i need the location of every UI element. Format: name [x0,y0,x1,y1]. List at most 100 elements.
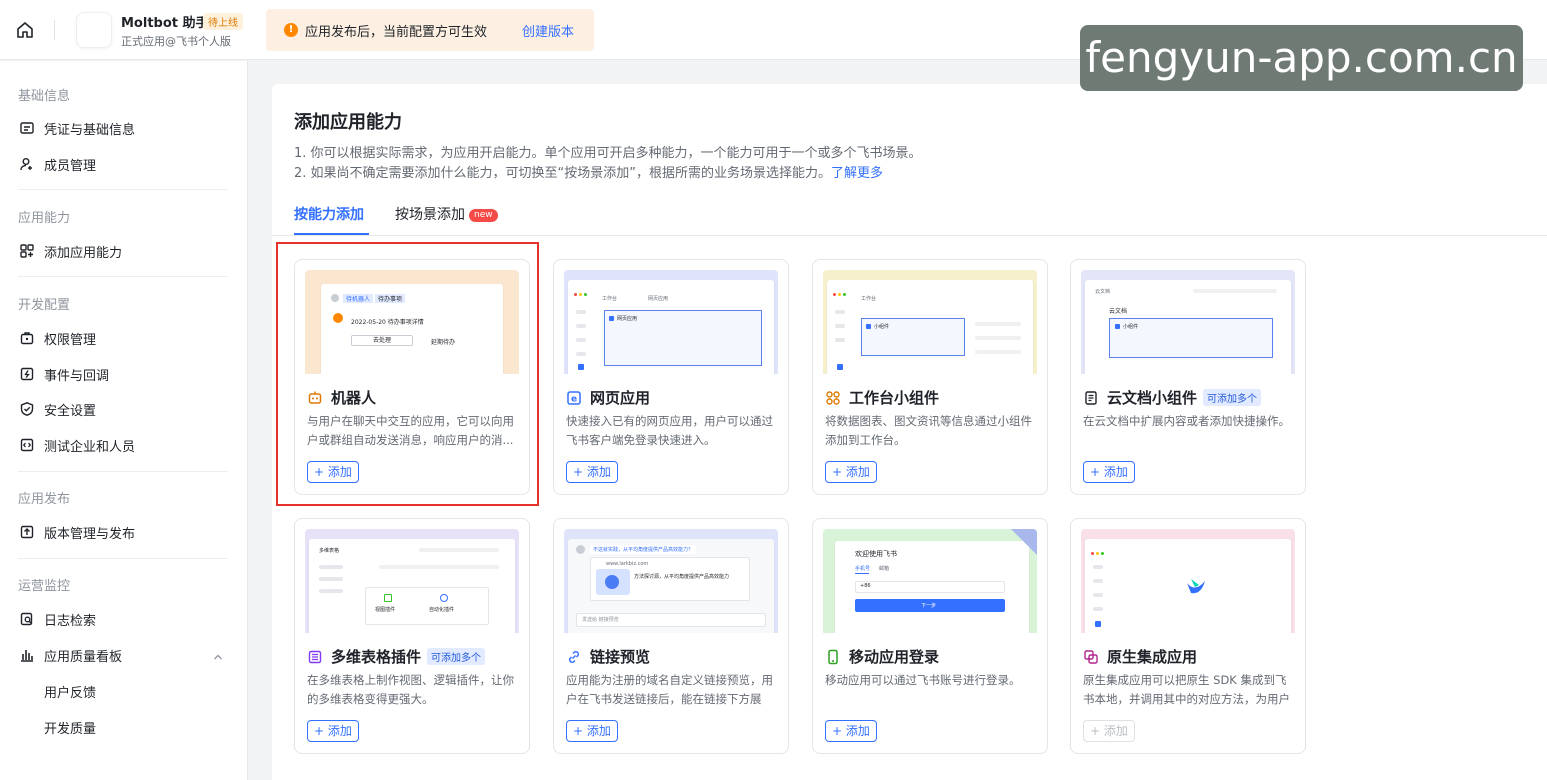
log-icon [18,610,36,628]
sidebar-item-security[interactable]: 安全设置 [18,398,96,420]
preview-bar [835,324,845,328]
add-bitable-plugin-button[interactable]: + 添加 [307,720,359,742]
preview-text: 欢迎使用飞书 [855,550,897,558]
publish-notice: ! 应用发布后，当前配置方可生效 创建版本 [266,9,594,51]
preview-tab-underline [855,573,869,574]
preview-text: 延期待办 [431,339,456,346]
svg-text:e: e [571,394,577,404]
automation-plugin-icon [440,594,448,602]
preview-text: 方法探讨源，从平均角度提供产品高效能力 [634,574,730,580]
preview-square [578,364,584,370]
description-line-1: 1. 你可以根据实际需求，为应用开启能力。单个应用可开启多种能力，一个能力可用于… [294,146,922,161]
preview-bar [1093,593,1103,597]
bitable-preview: 多维表格 视图插件 自动化插件 [305,529,519,633]
preview-bar [576,338,586,342]
capability-card-bitable-plugin[interactable]: 多维表格 视图插件 自动化插件 多维表格插件 可添加多个 在多维表格上制作视图、… [294,518,530,754]
preview-square [866,324,871,329]
preview-bar [835,338,845,342]
sidebar-item-dev-quality[interactable]: 开发质量 [44,716,96,738]
capability-card-link-preview[interactable]: 不这就实践，从平均角度提供产品高效能力？ www.larkbiz.com 方法探… [553,518,789,754]
member-icon [18,155,36,173]
preview-back: 云文档 [1095,289,1111,295]
preview-tab: 手机号 [855,566,871,572]
table-icon [307,649,323,665]
tab-by-capability[interactable]: 按能力添加 [294,204,364,224]
preview-bar [576,324,586,328]
preview-window: 工作台 小组件 [827,280,1033,374]
link-icon [566,649,582,665]
preview-text: 小组件 [1123,324,1139,330]
preview-window: 欢迎使用飞书 手机号 邮箱 +86 下一步 [835,541,1029,633]
feishu-logo-icon [1185,577,1209,595]
add-link-preview-button[interactable]: + 添加 [566,720,618,742]
learn-more-link[interactable]: 了解更多 [831,166,883,181]
preview-text: 2022-05-20 待办事项详情 [351,319,424,326]
capability-card-web-app[interactable]: 工作台 网页应用 网页应用 e 网页应用 快速接入已有的网页应用，用户可以通过飞… [553,259,789,495]
capability-card-robot[interactable]: 待机器人 待办事项 2022-05-20 待办事项详情 去处理 延期待办 机器人… [294,259,530,495]
preview-square [609,316,614,321]
add-doc-widget-button[interactable]: + 添加 [1083,461,1135,483]
add-workbench-widget-button[interactable]: + 添加 [825,461,877,483]
widget-preview: 工作台 小组件 [823,270,1037,374]
preview-text: 小组件 [874,324,890,330]
sidebar-item-members[interactable]: 成员管理 [18,153,96,175]
card-title-text: 移动应用登录 [849,648,940,666]
preview-window: 多维表格 视图插件 自动化插件 [309,539,515,633]
card-description: 快速接入已有的网页应用，用户可以通过飞书客户端免登录快速进入。 [566,414,773,447]
sidebar-item-label: 凭证与基础信息 [44,122,136,138]
preview-bar [835,310,845,314]
sidebar-item-label: 用户反馈 [44,685,97,701]
tab-by-scenario[interactable]: 按场景添加 new [395,204,498,224]
capability-card-mobile-login[interactable]: 欢迎使用飞书 手机号 邮箱 +86 下一步 移动应用登录 移动应用可以通过飞书账… [812,518,1048,754]
card-title: 原生集成应用 [1083,646,1197,667]
sidebar-item-add-capability[interactable]: 添加应用能力 [18,240,122,262]
preview-square [837,364,843,370]
widget-icon [825,390,841,406]
chart-icon [18,646,36,664]
sidebar-item-quality-board[interactable]: 应用质量看板 [18,644,122,666]
link-preview-preview: 不这就实践，从平均角度提供产品高效能力？ www.larkbiz.com 方法探… [564,529,778,633]
version-icon [18,523,36,541]
sidebar-group-basic: 基础信息 [18,89,71,104]
card-title-text: 链接预览 [590,648,651,666]
card-description: 将数据图表、图文资讯等信息通过小组件添加到工作台。 [825,414,1032,447]
capability-card-native-app[interactable]: 原生集成应用 原生集成应用可以把原生 SDK 集成到飞书本地，并调用其中的对应方… [1070,518,1306,754]
preview-bar [379,565,499,569]
preview-window: 不这就实践，从平均角度提供产品高效能力？ www.larkbiz.com 方法探… [568,539,774,633]
multi-add-tag: 可添加多个 [427,648,486,665]
preview-bar [576,310,586,314]
sidebar-item-permissions[interactable]: 权限管理 [18,327,96,349]
window-dots [833,285,853,296]
create-version-link[interactable]: 创建版本 [522,21,574,40]
page-title: 添加应用能力 [294,112,402,133]
mobile-login-preview: 欢迎使用飞书 手机号 邮箱 +86 下一步 [823,529,1037,633]
home-icon[interactable] [14,19,36,41]
preview-bar [1093,607,1103,611]
preview-thumbnail-mark [605,575,619,589]
card-description: 在云文档中扩展内容或者添加快捷操作。 [1083,414,1290,428]
preview-input [855,581,1005,593]
preview-bar [975,322,1021,326]
card-title-text: 网页应用 [590,389,651,407]
sidebar-item-logs[interactable]: 日志检索 [18,608,96,630]
capability-card-doc-widget[interactable]: 云文档 云文档 小组件 云文档小组件 可添加多个 在云文档中扩展内容或者添加快捷… [1070,259,1306,495]
add-robot-button[interactable]: + 添加 [307,461,359,483]
sidebar-item-credentials[interactable]: 凭证与基础信息 [18,117,135,139]
capability-card-workbench-widget[interactable]: 工作台 小组件 工作台小组件 将数据图表、图文资讯等信息通过小组件添加到工作台。… [812,259,1048,495]
sidebar-item-events[interactable]: 事件与回调 [18,363,109,385]
card-title: 移动应用登录 [825,646,939,667]
card-title: 机器人 [307,387,376,408]
sidebar-item-test[interactable]: 测试企业和人员 [18,434,135,456]
watermark: fengyun-app.com.cn [1080,25,1523,91]
sidebar-item-label: 应用质量看板 [44,649,123,665]
divider [18,471,228,472]
card-title: e 网页应用 [566,387,650,408]
sidebar-item-version[interactable]: 版本管理与发布 [18,521,135,543]
card-description: 应用能为注册的域名自定义链接预览，用户在飞书发送链接后，能在链接下方展示... [566,673,773,706]
sidebar-item-user-feedback[interactable]: 用户反馈 [44,680,96,702]
chevron-up-icon[interactable] [212,651,224,663]
add-mobile-login-button[interactable]: + 添加 [825,720,877,742]
add-web-app-button[interactable]: + 添加 [566,461,618,483]
event-icon [18,365,36,383]
sidebar-item-label: 权限管理 [44,332,97,348]
